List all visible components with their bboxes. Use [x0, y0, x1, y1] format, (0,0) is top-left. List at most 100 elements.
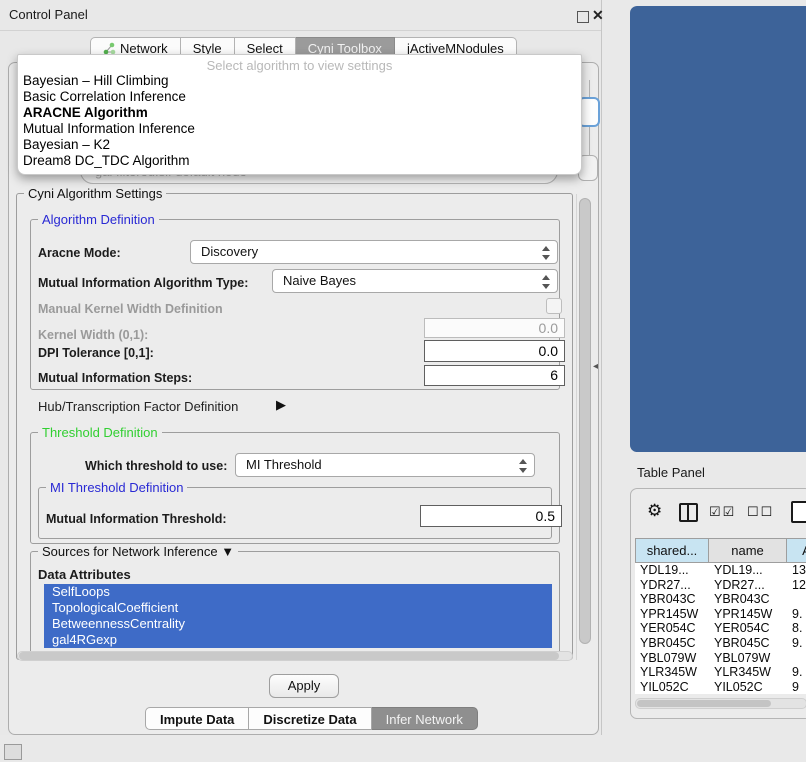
data-attribute-item-selected[interactable]: gal4RGexp — [44, 632, 552, 648]
table-cell: YPR145W — [709, 607, 787, 622]
table-row[interactable]: YBR045CYBR045C9. — [635, 636, 806, 651]
mi-steps-field[interactable]: 6 — [424, 365, 565, 386]
table-cell: YLR345W — [709, 665, 787, 680]
kernel-width-field[interactable]: 0.0 — [424, 318, 565, 338]
tab-infer-network[interactable]: Infer Network — [372, 707, 478, 730]
float-window-icon[interactable] — [577, 11, 589, 23]
collapse-down-icon[interactable]: ▼ — [221, 544, 234, 559]
close-icon[interactable]: ✕ — [592, 7, 604, 24]
table-cell: YDR27... — [709, 578, 787, 593]
gear-icon[interactable]: ⚙ — [647, 501, 662, 521]
table-cell: YER054C — [635, 621, 709, 636]
mi-type-value: Naive Bayes — [283, 273, 356, 288]
scrollbar-thumb[interactable] — [19, 652, 559, 660]
table-cell: YER054C — [709, 621, 787, 636]
group-title: Threshold Definition — [38, 425, 162, 440]
settings-vertical-scrollbar[interactable] — [576, 194, 592, 660]
deselect-all-checkboxes-icon[interactable]: ☐☐ — [747, 504, 774, 520]
table-cell: 9 — [787, 680, 806, 694]
table-cell: YIL052C — [709, 680, 787, 694]
table-cell: 9. — [787, 665, 806, 680]
table-row[interactable]: YLR345WYLR345W9. — [635, 665, 806, 680]
which-threshold-select[interactable]: MI Threshold — [235, 453, 535, 477]
table-cell: YBR043C — [709, 592, 787, 607]
stepper-icon — [542, 274, 551, 290]
which-threshold-value: MI Threshold — [246, 457, 322, 472]
algorithm-option[interactable]: Basic Correlation Inference — [18, 89, 581, 105]
aracne-mode-label: Aracne Mode: — [38, 246, 121, 260]
data-attribute-item-selected[interactable]: BetweennessCentrality — [44, 616, 552, 632]
table-row[interactable]: YDL19...YDL19...13 — [635, 563, 806, 578]
data-attributes-label: Data Attributes — [38, 567, 131, 582]
select-all-checkboxes-icon[interactable]: ☑☑ — [709, 504, 736, 520]
hub-definition-label[interactable]: Hub/Transcription Factor Definition — [38, 399, 238, 414]
kernel-width-label: Kernel Width (0,1): — [38, 328, 148, 342]
table-cell: YDL19... — [635, 563, 709, 578]
manual-kernel-checkbox[interactable] — [546, 298, 562, 314]
mi-threshold-field[interactable]: 0.5 — [420, 505, 562, 527]
network-window-frame: GALGAL80GAL10GAL1GAL11SWI4GAL4GCY1HAP4YH… — [630, 6, 806, 452]
aracne-mode-select[interactable]: Discovery — [190, 240, 558, 264]
table-cell: 9. — [787, 607, 806, 622]
table-cell: YBL079W — [709, 651, 787, 666]
table-row[interactable]: YER054CYER054C8. — [635, 621, 806, 636]
expand-right-icon[interactable]: ▶ — [276, 397, 286, 413]
document-icon[interactable] — [791, 501, 806, 523]
table-row[interactable]: YBR043CYBR043C — [635, 592, 806, 607]
mi-threshold-label: Mutual Information Threshold: — [46, 512, 227, 526]
data-attribute-item-selected[interactable]: TopologicalCoefficient — [44, 600, 552, 616]
table-cell: YBR045C — [635, 636, 709, 651]
column-header-partial[interactable]: A — [787, 538, 806, 563]
control-panel-titlebar: Control Panel ✕ — [0, 0, 601, 31]
column-header-shared-name[interactable]: shared... — [635, 538, 709, 563]
algorithm-dropdown-list: Select algorithm to view settings Bayesi… — [17, 54, 582, 175]
group-title: Sources for Network Inference ▼ — [38, 544, 238, 559]
table-cell: 13 — [787, 563, 806, 578]
columns-icon[interactable] — [679, 503, 698, 522]
table-body: YDL19...YDL19...13YDR27...YDR27...12YBR0… — [635, 563, 806, 694]
table-cell: YBL079W — [635, 651, 709, 666]
dpi-tolerance-field[interactable]: 0.0 — [424, 340, 565, 362]
mi-type-label: Mutual Information Algorithm Type: — [38, 276, 248, 290]
table-cell: 8. — [787, 621, 806, 636]
scrollbar-thumb[interactable] — [637, 700, 771, 707]
group-title: Cyni Algorithm Settings — [24, 186, 166, 201]
bottom-tabbar: Impute Data Discretize Data Infer Networ… — [145, 707, 478, 730]
table-cell: YPR145W — [635, 607, 709, 622]
algorithm-option[interactable]: Dream8 DC_TDC Algorithm — [18, 153, 581, 169]
aracne-mode-value: Discovery — [201, 244, 258, 259]
data-attributes-list: SelfLoopsTopologicalCoefficientBetweenne… — [44, 584, 552, 648]
panel-collapse-icon[interactable]: ◂ — [593, 361, 598, 372]
table-cell — [787, 651, 806, 666]
table-panel-title: Table Panel — [637, 465, 705, 480]
table-row[interactable]: YPR145WYPR145W9. — [635, 607, 806, 622]
apply-button[interactable]: Apply — [269, 674, 339, 698]
data-attribute-item-selected[interactable]: SelfLoops — [44, 584, 552, 600]
table-cell: YBR045C — [709, 636, 787, 651]
table-header: shared... name A — [635, 538, 806, 563]
column-header-name[interactable]: name — [709, 538, 787, 563]
table-cell: 12 — [787, 578, 806, 593]
algorithm-option[interactable]: Bayesian – Hill Climbing — [18, 73, 581, 89]
table-row[interactable]: YIL052CYIL052C9 — [635, 680, 806, 694]
table-row[interactable]: YDR27...YDR27...12 — [635, 578, 806, 593]
algorithm-option[interactable]: Mutual Information Inference — [18, 121, 581, 137]
settings-horizontal-scrollbar[interactable] — [17, 651, 573, 661]
table-horizontal-scrollbar[interactable] — [635, 698, 806, 709]
table-cell — [787, 592, 806, 607]
table-cell: YIL052C — [635, 680, 709, 694]
tab-impute-data[interactable]: Impute Data — [145, 707, 249, 730]
scrollbar-thumb[interactable] — [579, 198, 591, 644]
mi-steps-label: Mutual Information Steps: — [38, 371, 192, 385]
minimized-panel-icon[interactable] — [4, 744, 22, 760]
mi-type-select[interactable]: Naive Bayes — [272, 269, 558, 293]
manual-kernel-label: Manual Kernel Width Definition — [38, 302, 223, 316]
control-panel-title: Control Panel — [9, 7, 88, 22]
table-row[interactable]: YBL079WYBL079W — [635, 651, 806, 666]
dpi-tolerance-label: DPI Tolerance [0,1]: — [38, 346, 154, 360]
group-title: Algorithm Definition — [38, 212, 159, 227]
sources-title: Sources for Network Inference — [42, 544, 218, 559]
tab-discretize-data[interactable]: Discretize Data — [249, 707, 371, 730]
algorithm-option[interactable]: ARACNE Algorithm — [18, 105, 581, 121]
algorithm-option[interactable]: Bayesian – K2 — [18, 137, 581, 153]
